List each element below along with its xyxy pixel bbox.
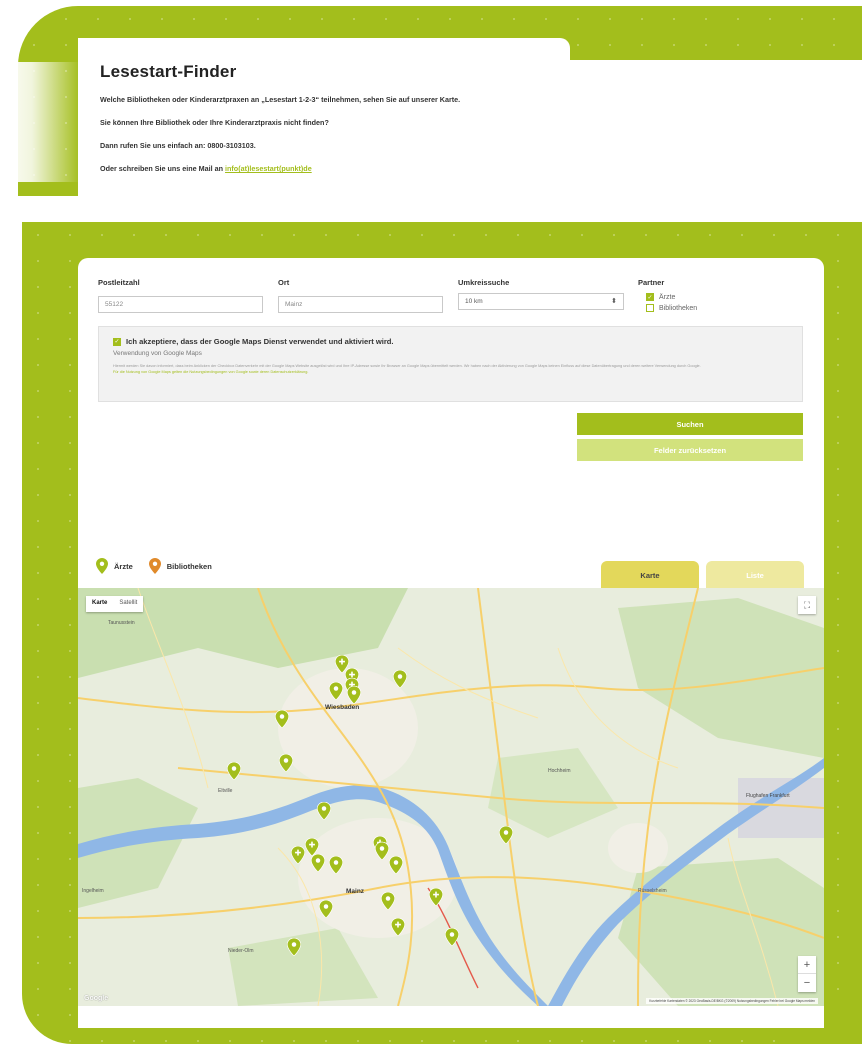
map-pin-icon[interactable]	[310, 853, 326, 873]
map-label-ingelheim: Ingelheim	[82, 888, 104, 894]
map-type-control: Karte Satellit	[86, 596, 144, 612]
card-footer	[78, 1006, 824, 1028]
map-pin-icon[interactable]	[390, 917, 406, 937]
map-pin-icon[interactable]	[328, 855, 344, 875]
map-pin-icon[interactable]	[286, 937, 302, 957]
map-pin-icon[interactable]	[274, 709, 290, 729]
ort-label: Ort	[278, 278, 290, 287]
checkbox-checked-icon[interactable]: ✓	[113, 337, 121, 346]
mail-link[interactable]: info(at)lesestart(punkt)de	[225, 164, 312, 173]
plz-input[interactable]	[98, 296, 263, 313]
consent-title: Ich akzeptiere, dass der Google Maps Die…	[126, 337, 394, 346]
partner-label: Partner	[638, 278, 665, 287]
ort-field: Ort	[278, 278, 443, 313]
decor-white	[570, 60, 862, 210]
intro-phone: Dann rufen Sie uns einfach an: 0800-3103…	[100, 141, 256, 150]
map-label-flughafen: Flughafen Frankfurt	[746, 793, 790, 799]
chevron-down-icon: ⬍	[611, 298, 617, 305]
map-label-ruesselsheim: Rüsselsheim	[638, 888, 667, 894]
intro-mail-line: Oder schreiben Sie uns eine Mail an info…	[100, 163, 548, 174]
map-type-map-button[interactable]: Karte	[86, 596, 113, 612]
map-attribution[interactable]: Kurzbefehle Kartendaten © 2023 GeoBasis-…	[646, 998, 818, 1004]
radius-select[interactable]: 10 km ⬍	[458, 293, 624, 310]
map-pin-icon[interactable]	[428, 887, 444, 907]
checkbox-checked-icon[interactable]: ✓	[646, 293, 654, 301]
zoom-in-button[interactable]: +	[798, 956, 816, 974]
map-pin-icon[interactable]	[380, 891, 396, 911]
finder-card: Postleitzahl Ort Umkreissuche 10 km ⬍ Pa…	[78, 258, 824, 1028]
radius-field: Umkreissuche 10 km ⬍	[458, 278, 624, 310]
intro-mail-text: Oder schreiben Sie uns eine Mail an	[100, 164, 224, 173]
reset-button[interactable]: Felder zurücksetzen	[577, 439, 803, 461]
map-pin-icon[interactable]	[226, 761, 242, 781]
radius-value: 10 km	[465, 298, 483, 305]
partner-aerzte-option[interactable]: ✓ Ärzte	[638, 293, 697, 301]
partner-field: Partner ✓ Ärzte Bibliotheken	[638, 278, 697, 315]
plz-label: Postleitzahl	[98, 278, 140, 287]
map-pin-icon[interactable]	[498, 825, 514, 845]
map-pin-icon[interactable]	[374, 841, 390, 861]
partner-bibliotheken-option[interactable]: Bibliotheken	[638, 304, 697, 312]
map-pin-icon[interactable]	[290, 845, 306, 865]
zoom-out-button[interactable]: −	[798, 974, 816, 992]
radius-label: Umkreissuche	[458, 278, 510, 287]
tab-karte[interactable]: Karte	[601, 561, 699, 589]
map-label-hochheim: Hochheim	[548, 768, 571, 774]
legend-aerzte-label: Ärzte	[114, 561, 133, 571]
tab-liste[interactable]: Liste	[706, 561, 804, 589]
fullscreen-icon[interactable]: ⛶	[798, 596, 816, 614]
partner-aerzte-label: Ärzte	[659, 293, 676, 301]
map-label-eltville: Eltville	[218, 788, 233, 794]
intro-question: Sie können Ihre Bibliothek oder Ihre Kin…	[100, 118, 329, 127]
map-pin-icon[interactable]	[328, 681, 344, 701]
map-label-wiesbaden: Wiesbaden	[325, 704, 360, 711]
decor-fade	[0, 62, 80, 182]
map-pin-icon[interactable]	[392, 669, 408, 689]
map-label-taunusstein: Taunusstein	[108, 620, 135, 626]
consent-terms-link[interactable]: Für die Nutzung von Google Maps gelten d…	[113, 369, 788, 375]
intro-card: Lesestart-Finder Welche Bibliotheken ode…	[78, 38, 570, 208]
map-label-mainz: Mainz	[346, 888, 365, 895]
green-map-pin-icon	[96, 558, 108, 574]
map-label-nieder-olm: Nieder-Olm	[228, 948, 254, 954]
checkbox-unchecked-icon[interactable]	[646, 304, 654, 312]
search-form: Postleitzahl Ort Umkreissuche 10 km ⬍ Pa…	[98, 278, 808, 328]
map-pin-icon[interactable]	[346, 685, 362, 705]
map-pin-icon[interactable]	[278, 753, 294, 773]
plz-field: Postleitzahl	[98, 278, 263, 313]
orange-map-pin-icon	[148, 558, 161, 574]
ort-input[interactable]	[278, 296, 443, 313]
consent-subtitle: Verwendung von Google Maps	[113, 350, 202, 357]
map-pin-icon[interactable]	[318, 899, 334, 919]
google-logo: Google	[84, 995, 109, 1002]
map-pin-icon[interactable]	[316, 801, 332, 821]
map-legend: Ärzte Bibliotheken	[96, 558, 228, 574]
map-pin-icon[interactable]	[388, 855, 404, 875]
consent-option[interactable]: ✓ Ich akzeptiere, dass der Google Maps D…	[113, 337, 788, 346]
intro-text: Welche Bibliotheken oder Kinderarztpraxe…	[100, 95, 461, 104]
zoom-control: + −	[798, 956, 816, 992]
partner-bibliotheken-label: Bibliotheken	[659, 304, 698, 312]
search-button[interactable]: Suchen	[577, 413, 803, 435]
consent-box: ✓ Ich akzeptiere, dass der Google Maps D…	[98, 326, 803, 402]
legend-bibliotheken-label: Bibliotheken	[166, 561, 212, 571]
map-type-satellite-button[interactable]: Satellit	[113, 596, 143, 612]
map-pin-icon[interactable]	[444, 927, 460, 947]
page-title: Lesestart-Finder	[100, 62, 237, 81]
google-map[interactable]: Wiesbaden Mainz Taunusstein Eltville Hoc…	[78, 588, 824, 1006]
